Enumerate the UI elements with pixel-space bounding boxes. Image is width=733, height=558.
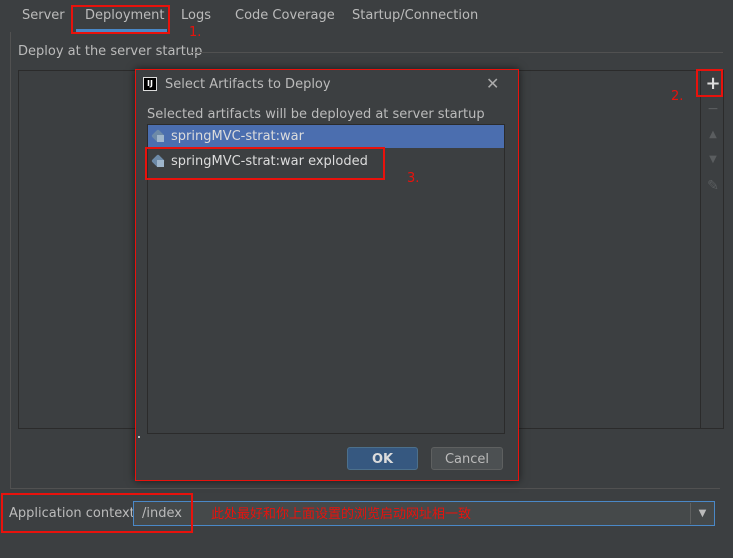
panel-border-bottom [10, 488, 720, 489]
tab-code-coverage[interactable]: Code Coverage [235, 7, 335, 25]
list-item-war[interactable]: springMVC-strat:war [171, 129, 304, 144]
panel-border-left [10, 32, 11, 488]
annotation-number-3: 3. [407, 171, 420, 186]
dialog-subtitle: Selected artifacts will be deployed at s… [147, 107, 485, 122]
annotation-box-deployment-tab [71, 5, 170, 34]
annotation-box-app-context [1, 493, 193, 533]
toolbar-separator [700, 71, 701, 428]
tab-logs[interactable]: Logs [181, 7, 211, 25]
tab-server[interactable]: Server [22, 7, 65, 25]
annotation-number-1: 1. [189, 25, 202, 40]
tab-startup-connection[interactable]: Startup/Connection [352, 7, 478, 25]
artifact-icon [151, 129, 165, 147]
move-up-icon[interactable]: ▲ [703, 129, 723, 140]
ok-button[interactable]: OK [347, 447, 418, 470]
section-divider [188, 52, 723, 53]
annotation-box-exploded [145, 147, 385, 180]
intellij-logo-icon: IJ [143, 77, 157, 91]
chevron-down-icon[interactable]: ▼ [690, 503, 714, 524]
annotation-note: 此处最好和你上面设置的浏览启动网址相一致 [211, 507, 472, 522]
remove-icon[interactable]: − [703, 101, 723, 117]
annotation-number-2: 2. [671, 89, 684, 104]
dialog-title: Select Artifacts to Deploy [165, 77, 331, 92]
annotation-box-add [696, 69, 723, 97]
resize-dot [138, 436, 140, 438]
section-title: Deploy at the server startup [18, 44, 203, 59]
cancel-button[interactable]: Cancel [431, 447, 503, 470]
edit-icon[interactable]: ✎ [703, 178, 723, 194]
close-icon[interactable]: ✕ [486, 74, 499, 93]
move-down-icon[interactable]: ▼ [703, 154, 723, 165]
